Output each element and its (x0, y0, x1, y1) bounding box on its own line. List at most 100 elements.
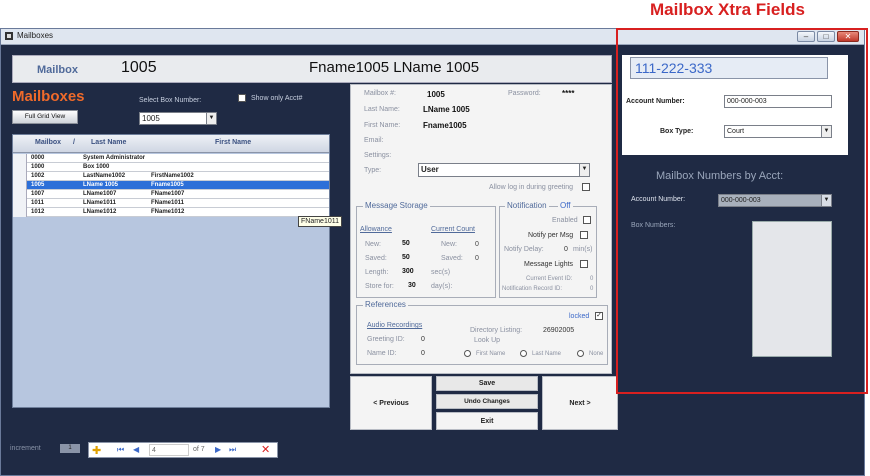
col-last-name[interactable]: Last Name (91, 139, 126, 146)
row-indicator[interactable] (13, 154, 27, 163)
col-mailbox[interactable]: Mailbox (35, 139, 61, 146)
details-panel: Mailbox #: 1005 Password: **** Last Name… (350, 84, 612, 374)
locked-checkbox[interactable]: ✓ (595, 312, 603, 320)
notification-title: Notification (505, 201, 549, 210)
full-grid-view-button[interactable]: Full Grid View (12, 110, 78, 124)
audio-recordings-link[interactable]: Audio Recordings (367, 322, 422, 329)
radio-none[interactable] (577, 350, 584, 357)
allow-login-checkbox[interactable] (582, 183, 590, 191)
row-indicator[interactable] (13, 199, 27, 208)
header-number: 1005 (121, 59, 157, 76)
window-title: Mailboxes (17, 31, 54, 40)
length-unit: sec(s) (431, 269, 451, 276)
row-indicator[interactable] (13, 181, 27, 190)
type-select-value: User (421, 165, 439, 174)
row-indicator[interactable] (13, 190, 27, 199)
references-title: References (363, 300, 408, 309)
page-of-label: of 7 (193, 446, 205, 453)
saved-allowance[interactable]: 50 (402, 254, 410, 261)
row-indicator[interactable] (13, 163, 27, 172)
increment-label: increment (10, 445, 41, 452)
next-button[interactable]: Next > (542, 376, 618, 430)
message-lights-checkbox[interactable] (580, 260, 588, 268)
mailbox-num-label: Mailbox #: (364, 90, 396, 97)
radio-last-name-label: Last Name (532, 351, 562, 357)
last-record-icon[interactable]: ⏭ (229, 445, 236, 455)
row-indicator[interactable] (13, 208, 27, 217)
table-row[interactable]: 0000 System Administrator (13, 154, 329, 163)
mailboxes-title: Mailboxes (12, 88, 85, 105)
radio-last-name[interactable] (520, 350, 527, 357)
first-name-value[interactable]: Fname1005 (423, 121, 467, 130)
header-label: Mailbox (37, 64, 78, 76)
cell-last: LName1012 (83, 209, 117, 215)
box-number-select[interactable]: 1005 ▼ (139, 112, 217, 125)
box-number-select-value: 1005 (142, 114, 160, 123)
first-record-icon[interactable]: ⏮ (117, 445, 124, 455)
cell-first: FName1007 (151, 191, 185, 197)
message-storage-group: Message Storage Allowance Current Count … (356, 201, 496, 298)
table-row[interactable]: 1012 LName1012 FName1012 (13, 208, 329, 217)
settings-label: Settings: (364, 152, 392, 159)
new-allowance[interactable]: 50 (402, 240, 410, 247)
notify-delay-value[interactable]: 0 (564, 246, 568, 253)
type-label: Type: (364, 167, 382, 174)
table-row[interactable]: 1011 LName1011 FName1011 (13, 199, 329, 208)
radio-first-name-label: First Name (476, 351, 506, 357)
storage-title: Message Storage (363, 201, 430, 210)
page-input[interactable]: 4 (149, 444, 189, 456)
new-label: New: (365, 241, 381, 248)
previous-button[interactable]: < Previous (350, 376, 432, 430)
last-name-value[interactable]: LName 1005 (423, 105, 470, 114)
password-value[interactable]: **** (562, 89, 574, 98)
sort-icon: / (73, 139, 75, 146)
new-count-label: New: (441, 241, 457, 248)
delete-record-icon[interactable]: ✕ (261, 443, 270, 456)
cell-mailbox: 1011 (31, 200, 45, 206)
chevron-down-icon: ▼ (579, 164, 589, 176)
saved-label: Saved: (365, 255, 387, 262)
cell-last: LName1007 (83, 191, 117, 197)
current-event-value: 0 (590, 276, 594, 282)
look-up-label: Look Up (474, 337, 501, 344)
app-icon (5, 32, 13, 40)
table-row[interactable]: 1000 Box 1000 (13, 163, 329, 172)
add-record-icon[interactable]: ✚ (92, 444, 101, 457)
table-row[interactable]: 1007 LName1007 FName1007 (13, 190, 329, 199)
name-id-label: Name ID: (367, 350, 397, 357)
row-indicator[interactable] (13, 172, 27, 181)
references-group: References locked ✓ Audio Recordings Gre… (356, 300, 608, 365)
cell-mailbox: 1002 (31, 173, 45, 179)
select-box-label: Select Box Number: (139, 97, 202, 104)
store-for-value[interactable]: 30 (408, 282, 416, 289)
cell-mailbox: 1000 (31, 164, 45, 170)
email-label: Email: (364, 137, 384, 144)
save-button[interactable]: Save (436, 376, 538, 391)
notify-per-msg-checkbox[interactable] (580, 231, 588, 239)
first-name-label: First Name: (364, 122, 401, 129)
saved-count: 0 (475, 255, 479, 262)
current-count-link[interactable]: Current Count (431, 226, 475, 233)
table-row[interactable]: 1002 LastName1002 FirstName1002 (13, 172, 329, 181)
cell-mailbox: 1012 (31, 209, 45, 215)
cell-first: Fname1005 (151, 182, 184, 188)
password-label: Password: (508, 90, 541, 97)
directory-listing-value: 26902005 (543, 327, 575, 334)
locked-label: locked (569, 313, 590, 320)
table-row[interactable]: 1005 LName 1005 Fname1005 (13, 181, 329, 190)
previous-record-icon[interactable]: ◀ (133, 445, 139, 454)
row-tooltip: FName1011 (298, 216, 343, 227)
allowance-link[interactable]: Allowance (360, 226, 392, 233)
undo-changes-button[interactable]: Undo Changes (436, 394, 538, 409)
notify-per-msg-label: Notify per Msg (528, 232, 574, 239)
enabled-checkbox[interactable] (583, 216, 591, 224)
exit-button[interactable]: Exit (436, 412, 538, 430)
increment-value[interactable]: 1 (60, 444, 80, 453)
show-only-checkbox[interactable] (238, 94, 246, 102)
radio-first-name[interactable] (464, 350, 471, 357)
record-navigator: ✚ ⏮ ◀ 4 of 7 ▶ ⏭ ✕ (88, 442, 278, 458)
col-first-name[interactable]: First Name (215, 139, 251, 146)
type-select[interactable]: User ▼ (418, 163, 590, 177)
length-value[interactable]: 300 (402, 268, 414, 275)
next-record-icon[interactable]: ▶ (215, 445, 221, 454)
